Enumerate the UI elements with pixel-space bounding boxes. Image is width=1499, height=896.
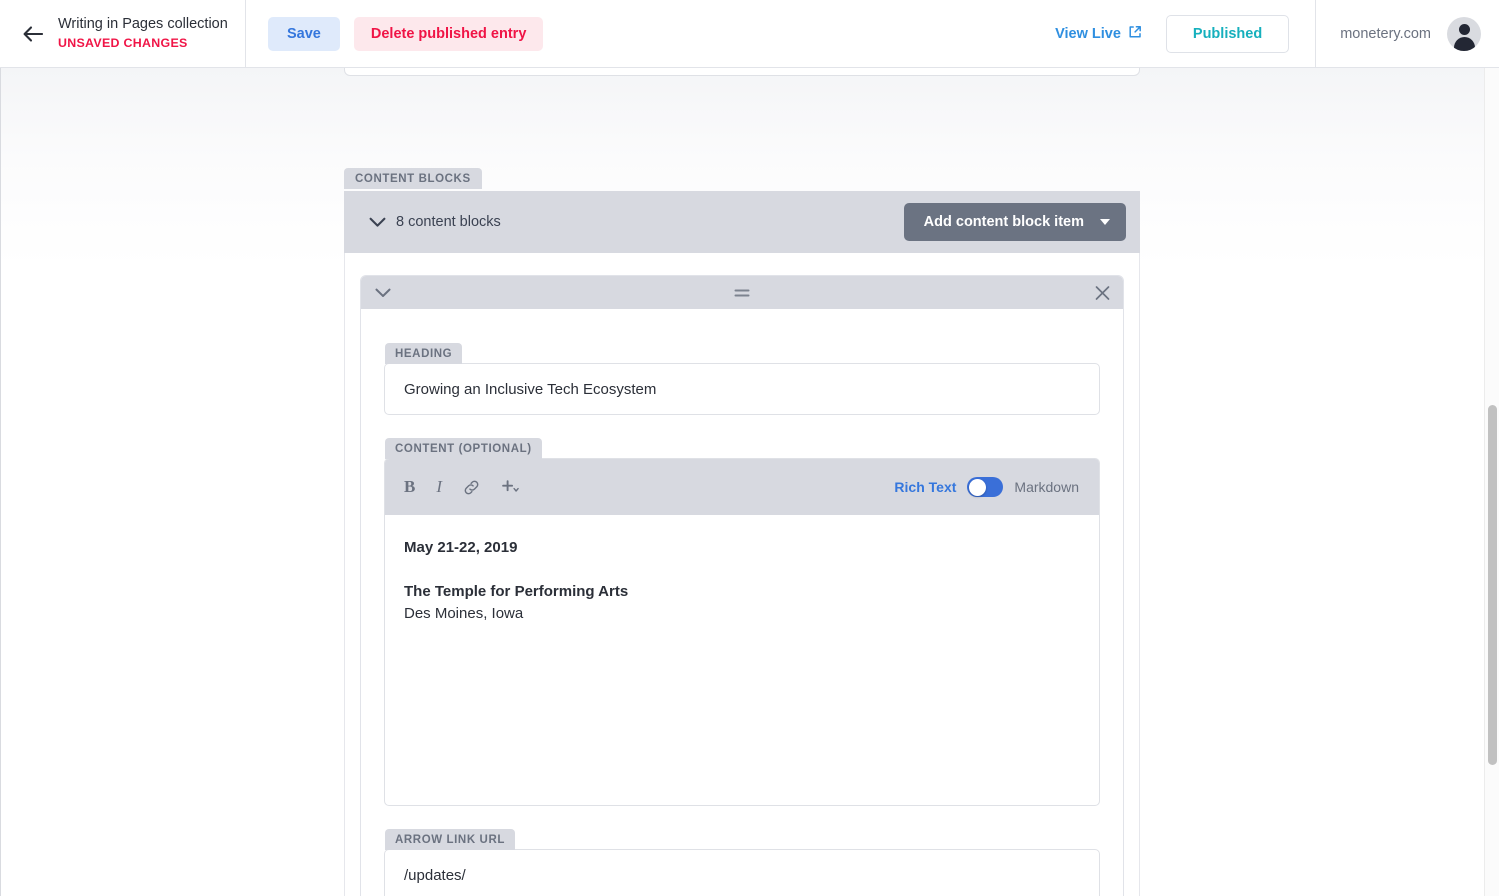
rich-text-toolbar: B I [385,459,1099,515]
markdown-mode-label[interactable]: Markdown [1014,479,1079,495]
left-edge-divider [0,68,1,896]
avatar-body [1454,37,1475,51]
scrollbar-thumb[interactable] [1488,405,1497,765]
content-field: CONTENT (OPTIONAL) B I [384,438,1100,806]
chevron-down-icon[interactable] [375,288,391,298]
drag-line [735,294,750,296]
drag-handle-icon[interactable] [735,289,750,296]
content-venue-text: The Temple for Performing Arts [404,583,628,600]
toggle-knob [969,479,986,496]
plus-dropdown-icon[interactable] [501,478,521,496]
arrow-link-url-field-label: ARROW LINK URL [385,829,515,850]
header-right-cell: View Live Published monetery.com [1055,0,1499,68]
arrow-link-url-input[interactable]: /updates/ [384,849,1100,896]
content-block-fields: HEADING Growing an Inclusive Tech Ecosys… [361,309,1123,896]
add-content-block-item-label: Add content block item [924,214,1084,230]
rich-text-content-area[interactable]: May 21-22, 2019 The Temple for Performin… [385,515,1099,805]
heading-field-label: HEADING [385,343,462,364]
avatar-head [1459,24,1470,35]
save-button[interactable]: Save [268,17,340,51]
unsaved-changes-status: UNSAVED CHANGES [58,35,228,52]
editor-mode-toggle[interactable] [967,477,1003,497]
content-paragraph: May 21-22, 2019 [404,537,1080,559]
site-name-label: monetery.com [1340,26,1431,42]
content-block-card: HEADING Growing an Inclusive Tech Ecosys… [360,275,1124,896]
drag-line [735,289,750,291]
previous-field-partial [344,68,1140,76]
content-blocks-count-label: 8 content blocks [396,214,501,230]
content-paragraph: The Temple for Performing Arts [404,581,1080,603]
user-avatar-icon[interactable] [1447,17,1481,51]
formatting-tools: B I [404,477,521,497]
content-location-text: Des Moines, Iowa [404,605,523,622]
link-icon[interactable] [463,479,480,496]
content-block-card-header [361,276,1123,309]
content-date-text: May 21-22, 2019 [404,539,517,556]
vertical-scrollbar[interactable] [1484,68,1499,896]
content-blocks-header: 8 content blocks Add content block item [344,191,1140,253]
italic-icon[interactable]: I [436,477,442,497]
content-blocks-tab-label: CONTENT BLOCKS [344,168,482,189]
editor-mode-toggle-group: Rich Text Markdown [894,477,1079,497]
header-left-cell: Writing in Pages collection UNSAVED CHAN… [0,0,246,68]
heading-input-value: Growing an Inclusive Tech Ecosystem [404,381,656,398]
content-field-label: CONTENT (OPTIONAL) [385,438,542,459]
collection-title: Writing in Pages collection [58,15,228,35]
content-paragraph: Des Moines, Iowa [404,603,1080,625]
heading-field: HEADING Growing an Inclusive Tech Ecosys… [384,343,1100,415]
delete-published-entry-button[interactable]: Delete published entry [354,17,544,51]
heading-input[interactable]: Growing an Inclusive Tech Ecosystem [384,363,1100,415]
add-content-block-item-button[interactable]: Add content block item [904,203,1126,241]
header-title-group: Writing in Pages collection UNSAVED CHAN… [58,15,228,51]
chevron-down-icon[interactable] [366,211,388,233]
arrow-link-url-field: ARROW LINK URL /updates/ [384,829,1100,896]
bold-icon[interactable]: B [404,477,415,497]
view-live-link[interactable]: View Live [1055,25,1156,43]
header-actions-cell: Save Delete published entry [246,0,1055,68]
close-x-icon[interactable] [1095,285,1110,300]
site-cell: monetery.com [1315,0,1499,68]
arrow-link-url-value: /updates/ [404,867,466,884]
caret-down-icon [1100,219,1110,225]
top-header-bar: Writing in Pages collection UNSAVED CHAN… [0,0,1499,68]
published-status-button[interactable]: Published [1166,15,1289,53]
rich-text-mode-label[interactable]: Rich Text [894,479,956,495]
external-link-icon [1128,25,1142,43]
rich-text-editor: B I [384,458,1100,806]
view-live-label: View Live [1055,26,1121,42]
page-scroll-area: CONTENT BLOCKS 8 content blocks Add cont… [0,68,1499,896]
back-arrow-icon[interactable] [18,19,48,49]
